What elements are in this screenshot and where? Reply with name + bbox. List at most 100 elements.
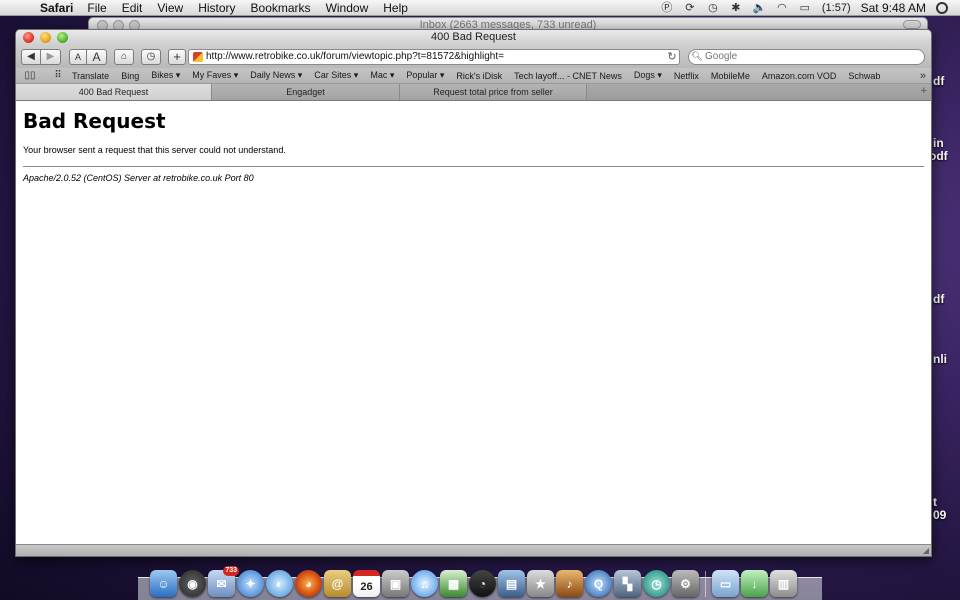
numbers-icon[interactable]: ▦ (440, 570, 467, 597)
home-button[interactable]: ⌂ (114, 48, 134, 65)
resize-grip-icon[interactable]: ◢ (923, 546, 929, 555)
bookmark-folder-dogs[interactable]: Dogs ▾ (634, 70, 662, 81)
bookmark-folder-mac[interactable]: Mac ▾ (370, 70, 394, 81)
desktop-file-label[interactable]: df (933, 292, 944, 306)
menu-help[interactable]: Help (383, 1, 408, 15)
battery-time: (1:57) (821, 2, 851, 14)
bookmark-amazon-vod[interactable]: Amazon.com VOD (762, 71, 837, 81)
downloads-folder-icon[interactable]: ↓ (741, 570, 768, 597)
volume-icon[interactable]: 🔈 (753, 2, 767, 14)
battery-icon[interactable]: ▭ (799, 2, 811, 14)
site-favicon-icon (193, 51, 203, 62)
ical-icon[interactable]: 26 (353, 570, 380, 597)
bookmark-folder-my-faves[interactable]: My Faves ▾ (192, 70, 238, 81)
tab-bad-request[interactable]: 400 Bad Request (16, 84, 212, 100)
forward-arrow-icon: ▶ (46, 50, 55, 62)
safari-compass-icon[interactable]: ✦ (237, 570, 264, 597)
safari-window: 400 Bad Request ◀ ▶ A A ⌂ ◷ + ↻ 🔍︎ ▯▯ ⠿ … (15, 29, 932, 557)
text-smaller-button[interactable]: A (69, 48, 87, 65)
bookmark-tech-layoff[interactable]: Tech layoff... - CNET News (514, 71, 622, 81)
desktop-file-label[interactable]: t (933, 495, 937, 509)
bookmark-folder-daily-news[interactable]: Daily News ▾ (250, 70, 302, 81)
trash-icon[interactable]: ▥ (770, 570, 797, 597)
iphoto-icon[interactable]: ▣ (382, 570, 409, 597)
spotlight-icon[interactable] (936, 2, 948, 14)
spaces-icon[interactable]: ▚ (614, 570, 641, 597)
time-machine-icon[interactable]: ◷ (643, 570, 670, 597)
menu-history[interactable]: History (198, 1, 235, 15)
wifi-icon[interactable]: ◠ (776, 2, 788, 14)
toolbar-toggle-icon[interactable] (903, 20, 921, 29)
server-signature: Apache/2.0.52 (CentOS) Server at retrobi… (23, 173, 254, 183)
menu-view[interactable]: View (157, 1, 183, 15)
bookmark-folder-popular[interactable]: Popular ▾ (406, 70, 444, 81)
address-bar[interactable]: ↻ (188, 48, 680, 65)
status-area: Ⓟ ⟳ ◷ ✱ 🔈 ◠ ▭ (1:57) Sat 9:48 AM (661, 0, 960, 16)
bookmark-ricks-idisk[interactable]: Rick's iDisk (456, 71, 502, 81)
bookmark-netflix[interactable]: Netflix (674, 71, 699, 81)
add-bookmark-button[interactable]: + (168, 48, 186, 65)
back-arrow-icon: ◀ (27, 50, 35, 62)
itunes-icon[interactable]: ♫ (411, 570, 438, 597)
quicktime-player-icon[interactable]: Q (585, 570, 612, 597)
sync-status-icon[interactable]: Ⓟ (661, 2, 673, 14)
history-button[interactable]: ◷ (141, 48, 161, 65)
status-bar: ◢ (16, 544, 931, 556)
tab-request-total-price[interactable]: Request total price from seller (400, 84, 587, 100)
ichat-icon[interactable]: ◐ (266, 570, 293, 597)
bookmark-mobileme[interactable]: MobileMe (711, 71, 750, 81)
bookmark-translate[interactable]: Translate (72, 71, 109, 81)
forward-button[interactable]: ▶ (41, 48, 61, 65)
desktop-file-label[interactable]: in (933, 136, 944, 150)
new-tab-plus-icon[interactable]: + (921, 85, 927, 97)
toolbar: ◀ ▶ A A ⌂ ◷ + ↻ 🔍︎ (16, 45, 931, 68)
dock: ☺ ◉ ✉ 733 ✦ ◐ ◕ @ 26 ▣ ♫ ▦ ◔ ▤ ★ ♪ Q ▚ ◷ … (150, 561, 797, 597)
reload-icon[interactable]: ↻ (665, 50, 679, 63)
error-message: Your browser sent a request that this se… (23, 145, 286, 155)
quicktime-icon[interactable]: ◔ (469, 570, 496, 597)
documents-folder-icon[interactable]: ▭ (712, 570, 739, 597)
bookmark-bing[interactable]: Bing (121, 71, 139, 81)
menu-edit[interactable]: Edit (122, 1, 143, 15)
menu-window[interactable]: Window (326, 1, 369, 15)
search-icon[interactable]: 🔍︎ (689, 51, 705, 62)
bluetooth-icon[interactable]: ✱ (730, 2, 742, 14)
desktop-file-label[interactable]: df (933, 74, 944, 88)
title-bar[interactable]: 400 Bad Request (16, 30, 931, 45)
menu-bookmarks[interactable]: Bookmarks (251, 1, 311, 15)
imovie-icon[interactable]: ★ (527, 570, 554, 597)
bookmark-schwab[interactable]: Schwab (848, 71, 880, 81)
dock-separator (705, 571, 706, 597)
search-input[interactable] (705, 49, 924, 64)
garageband-icon[interactable]: ♪ (556, 570, 583, 597)
tab-engadget[interactable]: Engadget (212, 84, 400, 100)
mail-icon[interactable]: ✉ 733 (208, 566, 239, 597)
desktop-file-label[interactable]: 09 (933, 508, 946, 522)
firefox-icon[interactable]: ◕ (295, 570, 322, 597)
system-preferences-icon[interactable]: ⚙ (672, 570, 699, 597)
bookmark-folder-car-sites[interactable]: Car Sites ▾ (314, 70, 358, 81)
more-bookmarks-chevron-icon[interactable]: » (920, 70, 926, 82)
bookmarks-bar: ▯▯ ⠿ Translate Bing Bikes ▾ My Faves ▾ D… (16, 68, 931, 84)
text-larger-button[interactable]: A (87, 48, 107, 65)
url-input[interactable] (206, 49, 665, 64)
menubar-clock[interactable]: Sat 9:48 AM (861, 1, 926, 15)
back-button[interactable]: ◀ (21, 48, 41, 65)
address-book-icon[interactable]: @ (324, 570, 351, 597)
mobileme-sync-icon[interactable]: ⟳ (684, 2, 696, 14)
time-machine-icon[interactable]: ◷ (707, 2, 719, 14)
page-heading: Bad Request (23, 109, 166, 133)
page-content: Bad Request Your browser sent a request … (16, 101, 931, 541)
finder-icon[interactable]: ☺ (150, 570, 177, 597)
mail-unread-badge: 733 (223, 566, 239, 576)
search-bar[interactable]: 🔍︎ (688, 48, 925, 65)
preview-icon[interactable]: ▤ (498, 570, 525, 597)
desktop-file-label[interactable]: nli (933, 352, 947, 366)
dashboard-icon[interactable]: ◉ (179, 570, 206, 597)
top-sites-grid-icon[interactable]: ⠿ (52, 70, 64, 81)
tab-bar: 400 Bad Request Engadget Request total p… (16, 84, 931, 101)
app-menu-safari[interactable]: Safari (40, 1, 73, 15)
bookmark-folder-bikes[interactable]: Bikes ▾ (151, 70, 180, 81)
menu-file[interactable]: File (87, 1, 106, 15)
open-book-icon[interactable]: ▯▯ (24, 70, 36, 81)
